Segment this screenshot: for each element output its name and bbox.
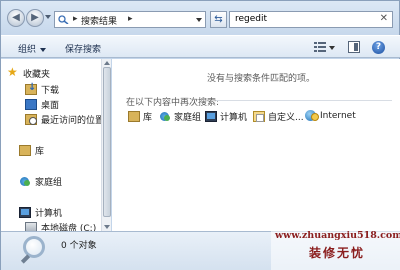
search-box[interactable]: regedit ✕ [229, 11, 393, 28]
organize-label: 组织 [18, 45, 37, 55]
view-dropdown-icon[interactable] [329, 46, 335, 50]
navigation-pane: 收藏夹 下载 桌面 最近访问的位置 库 家庭组 计算机 本地磁盘 (C:) [1, 59, 101, 231]
search-folder-icon [58, 15, 69, 24]
nav-downloads[interactable]: 下载 [25, 82, 59, 96]
recent-pages-dropdown[interactable] [45, 15, 51, 19]
empty-results-message: 没有与搜索条件匹配的项。 [207, 74, 316, 84]
nav-label: 库 [35, 146, 45, 157]
address-bar[interactable]: ▸ 搜索结果 ▸ [54, 11, 206, 28]
refresh-button[interactable]: ⇆ [210, 11, 227, 28]
search-again-item-label: Internet [320, 110, 356, 121]
nav-desktop[interactable]: 桌面 [25, 97, 59, 111]
magnifier-handle [20, 254, 31, 264]
homegroup-icon [19, 176, 31, 187]
custom-icon [253, 111, 265, 122]
nav-recent-places[interactable]: 最近访问的位置 [25, 112, 101, 126]
nav-label: 收藏夹 [23, 69, 51, 80]
nav-label: 下载 [41, 85, 60, 96]
nav-favorites[interactable]: 收藏夹 [7, 65, 51, 80]
search-again-item-label: 自定义... [268, 113, 304, 123]
divider [216, 100, 392, 101]
library-icon [19, 144, 31, 156]
nav-label: 家庭组 [35, 177, 63, 188]
scroll-down-icon[interactable] [104, 225, 110, 229]
organize-menu[interactable]: 组织 [18, 42, 47, 55]
search-again-item-label: 计算机 [220, 113, 248, 123]
nav-label: 计算机 [35, 208, 63, 219]
address-row: ◀ ▶ ▸ 搜索结果 ▸ ⇆ regedit ✕ [1, 1, 400, 33]
nav-label: 最近访问的位置 [41, 115, 101, 126]
search-again-computer[interactable]: 计算机 [205, 110, 247, 123]
library-icon [128, 111, 140, 122]
back-button[interactable]: ◀ [7, 9, 25, 27]
downloads-folder-icon [25, 82, 37, 95]
forward-button[interactable]: ▶ [26, 9, 44, 27]
search-again-label: 在以下内容中再次搜索: [126, 98, 220, 108]
internet-icon [305, 110, 319, 121]
save-search-button[interactable]: 保存搜索 [65, 42, 101, 55]
scroll-up-icon[interactable] [104, 61, 110, 65]
desktop-icon [25, 98, 37, 110]
star-icon [7, 65, 19, 79]
watermark-name: 装修无忧 [309, 246, 366, 260]
back-arrow-icon: ◀ [12, 12, 20, 23]
search-again-item-label: 家庭组 [174, 113, 202, 123]
address-dropdown[interactable] [196, 18, 202, 22]
forward-arrow-icon: ▶ [31, 12, 39, 23]
nav-computer[interactable]: 计算机 [19, 205, 62, 219]
search-input[interactable]: regedit [235, 14, 267, 24]
explorer-window: ◀ ▶ ▸ 搜索结果 ▸ ⇆ regedit ✕ 组织 保存搜索 ? ★ 收藏夹… [0, 0, 400, 270]
refresh-icon: ⇆ [214, 14, 223, 25]
item-count: 0 个对象 [61, 241, 97, 251]
nav-libraries[interactable]: 库 [19, 143, 44, 157]
breadcrumb-separator[interactable]: ▸ [128, 14, 133, 24]
recent-places-icon [25, 113, 37, 125]
results-pane: 没有与搜索条件匹配的项。 在以下内容中再次搜索: 库 家庭组 计算机 自定义..… [112, 59, 400, 231]
nav-label: 桌面 [41, 100, 60, 111]
nav-label: 本地磁盘 (C:) [41, 223, 97, 232]
nav-scrollbar[interactable] [101, 59, 111, 231]
computer-icon [205, 111, 217, 122]
breadcrumb-search-results[interactable]: 搜索结果 [81, 14, 117, 27]
search-again-internet[interactable]: Internet [305, 110, 356, 121]
drive-icon [25, 221, 37, 231]
search-again-item-label: 库 [143, 113, 153, 123]
nav-local-disk-c[interactable]: 本地磁盘 (C:) [25, 220, 96, 231]
command-bar: 组织 保存搜索 ? [1, 35, 400, 58]
watermark: www.zhuangxiu518.com 装修无忧 [271, 228, 400, 270]
clear-search-icon[interactable]: ✕ [380, 13, 388, 24]
breadcrumb-separator[interactable]: ▸ [73, 14, 78, 24]
chevron-down-icon [40, 47, 47, 52]
watermark-url: www.zhuangxiu518.com [275, 230, 400, 241]
search-again-homegroup[interactable]: 家庭组 [159, 110, 201, 123]
search-again-custom[interactable]: 自定义... [253, 110, 304, 123]
scroll-thumb[interactable] [103, 67, 111, 217]
help-icon[interactable]: ? [372, 41, 385, 54]
preview-pane-icon[interactable] [348, 41, 360, 53]
nav-homegroup[interactable]: 家庭组 [19, 174, 62, 188]
search-again-libraries[interactable]: 库 [128, 110, 152, 123]
homegroup-icon [159, 111, 171, 122]
view-options-icon[interactable] [314, 42, 326, 52]
computer-icon [19, 206, 31, 218]
